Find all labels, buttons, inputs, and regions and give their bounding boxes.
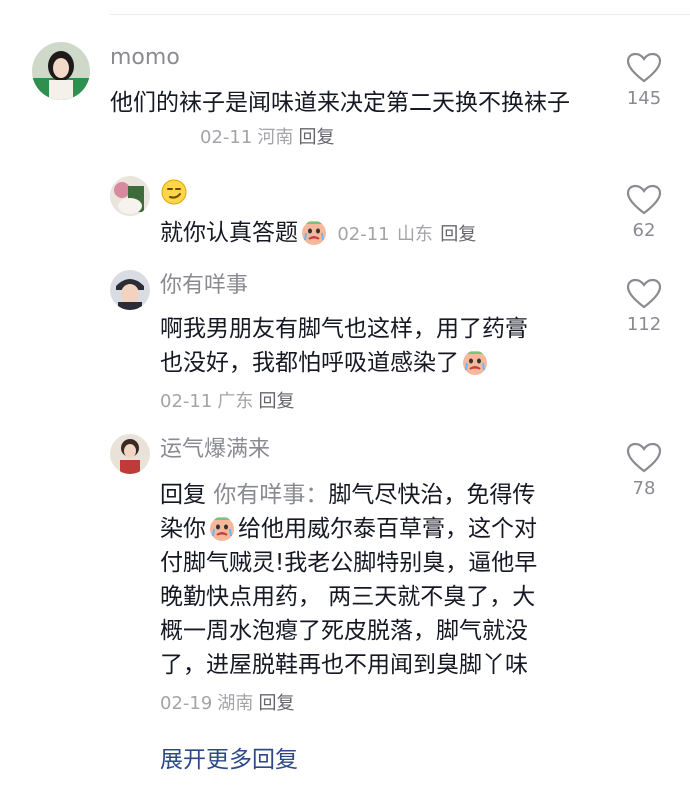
avatar-photo-icon xyxy=(110,434,150,474)
avatar[interactable] xyxy=(110,434,150,474)
avatar[interactable] xyxy=(110,270,150,310)
reply-button[interactable]: 回复 xyxy=(259,391,295,412)
crying-face-emoji-icon xyxy=(208,514,236,542)
reply-button[interactable]: 回复 xyxy=(440,224,476,245)
comment-author[interactable]: momo xyxy=(110,44,180,72)
heart-icon xyxy=(626,278,662,309)
comment-text-line: 付脚气贼灵!我老公脚特别臭，逼他早 xyxy=(160,550,538,576)
like-count: 62 xyxy=(632,220,656,241)
like-count: 145 xyxy=(626,88,662,109)
comment-text-content: 就你认真答题 xyxy=(160,220,298,246)
heart-icon xyxy=(626,184,662,215)
comment-text[interactable]: 回复 你有咩事：脚气尽快治，免得传 染你 给他用威尔泰百草膏，这个对 付脚气贼灵!… xyxy=(160,478,600,682)
avatar-photo-icon xyxy=(110,176,150,216)
comment-author[interactable]: 运气爆满来 xyxy=(160,436,270,464)
avatar-photo-icon xyxy=(110,270,150,310)
reply-prefix: 回复 xyxy=(160,482,206,508)
comment-date: 02-11 xyxy=(337,224,390,245)
avatar[interactable] xyxy=(110,176,150,216)
heart-icon xyxy=(626,52,662,83)
comment-text-content: 脚气尽快治，免得传 xyxy=(328,482,536,508)
comment-text-content: 染你 xyxy=(160,516,206,542)
comment-date: 02-19 xyxy=(160,693,213,714)
reply-button[interactable]: 回复 xyxy=(299,127,335,148)
comment-date: 02-11 xyxy=(200,127,253,148)
comment-meta: 02-19 湖南 回复 xyxy=(160,690,295,718)
comment-location: 湖南 xyxy=(217,693,254,714)
comment-text-line: 染你 给他用威尔泰百草膏，这个对 xyxy=(160,512,600,546)
comment-text-line: 啊我男朋友有脚气也这样，用了药膏 xyxy=(160,316,528,342)
comment-text[interactable]: 就你认真答题 02-11 山东 回复 xyxy=(160,216,476,252)
crying-face-emoji-icon xyxy=(461,348,489,376)
like-button[interactable]: 112 xyxy=(614,278,674,336)
expand-more-replies-button[interactable]: 展开更多回复 xyxy=(160,744,298,776)
comment-meta: 02-11 河南 回复 xyxy=(200,124,335,152)
comment-location: 河南 xyxy=(257,127,294,148)
avatar-photo-icon xyxy=(32,42,90,100)
comment-text-content: 给他用威尔泰百草膏，这个对 xyxy=(238,516,537,542)
comment-meta: 02-11 广东 回复 xyxy=(160,388,295,416)
comment-date: 02-11 xyxy=(160,391,213,412)
reply-target[interactable]: 你有咩事： xyxy=(213,482,328,508)
comment-text-content: 也没好，我都怕呼吸道感染了 xyxy=(160,350,459,376)
top-divider xyxy=(110,14,690,15)
like-count: 112 xyxy=(626,314,662,335)
like-button[interactable]: 78 xyxy=(614,442,674,500)
avatar[interactable] xyxy=(32,42,90,100)
comment-text-line: 晚勤快点用药， 两三天就不臭了，大 xyxy=(160,584,536,610)
comment-text-line: 了，进屋脱鞋再也不用闻到臭脚丫味 xyxy=(160,652,528,678)
comment-text-line: 回复 你有咩事：脚气尽快治，免得传 xyxy=(160,478,600,512)
heart-icon xyxy=(626,442,662,473)
crying-face-emoji-icon xyxy=(300,218,328,246)
comment-location: 山东 xyxy=(396,224,433,245)
comment-location: 广东 xyxy=(217,391,254,412)
comment-text-line: 概一周水泡瘪了死皮脱落，脚气就没 xyxy=(160,618,528,644)
like-count: 78 xyxy=(632,478,656,499)
comment-author[interactable]: 你有咩事 xyxy=(160,272,248,300)
comment-text[interactable]: 啊我男朋友有脚气也这样，用了药膏 也没好，我都怕呼吸道感染了 xyxy=(160,312,600,380)
like-button[interactable]: 62 xyxy=(614,184,674,242)
comment-text-line: 也没好，我都怕呼吸道感染了 xyxy=(160,346,600,380)
comment-text[interactable]: 他们的袜子是闻味道来决定第二天换不换袜子 xyxy=(110,86,580,120)
smirk-emoji-icon xyxy=(160,178,188,210)
like-button[interactable]: 145 xyxy=(614,52,674,110)
reply-button[interactable]: 回复 xyxy=(259,693,295,714)
